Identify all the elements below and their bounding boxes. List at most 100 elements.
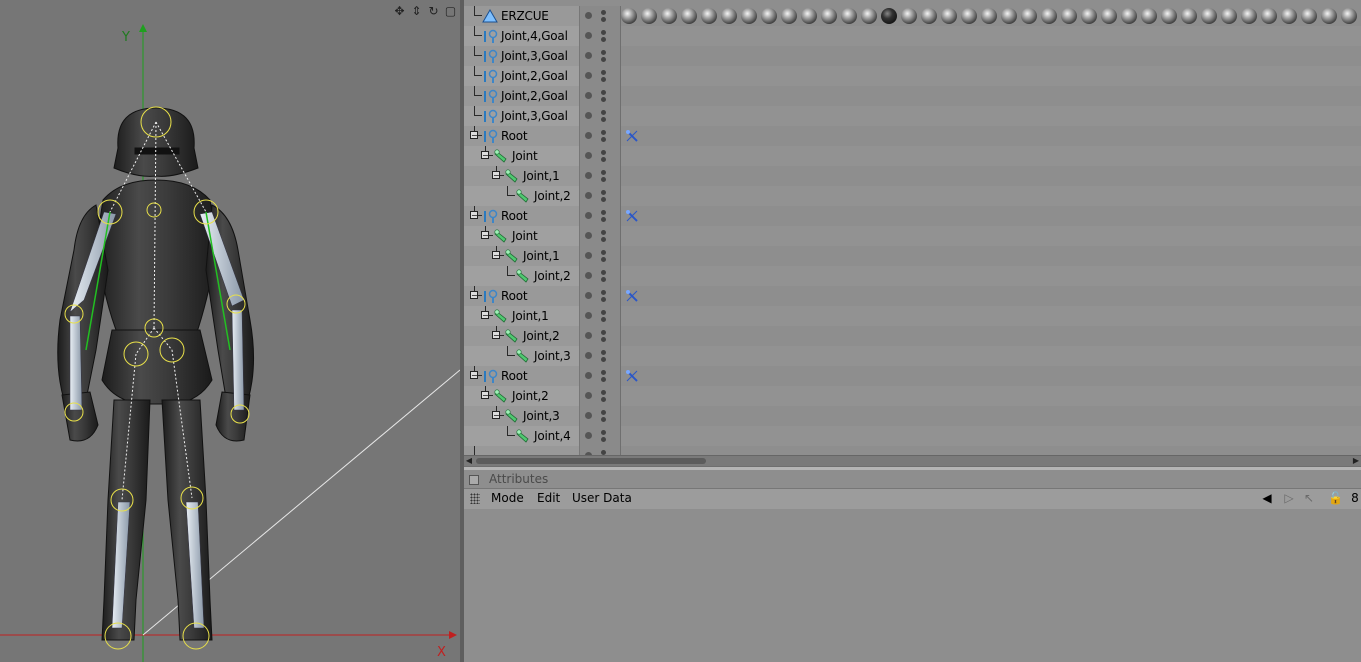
editor-visibility-dot[interactable] [601,430,606,435]
material-tag-icon[interactable] [621,8,637,24]
object-name-cell[interactable]: − Joint,3 [464,406,580,426]
ik-tag-icon[interactable] [624,208,640,224]
ik-goal-icon[interactable] [482,88,498,104]
3d-viewport[interactable]: Y X ✥ ⇕ ↻ ▢ [0,0,460,662]
scroll-right-icon[interactable]: ▶ [1351,456,1361,466]
material-tag-icon[interactable] [741,8,757,24]
render-visibility-dot[interactable] [601,297,606,302]
object-name-label[interactable]: Joint,3,Goal [501,109,568,123]
layer-dot[interactable] [585,152,592,159]
object-row[interactable]: Joint,3,Goal [464,46,1361,66]
layer-dot[interactable] [585,112,592,119]
object-name-cell[interactable]: Joint,3,Goal [464,46,580,66]
ik-goal-icon[interactable] [482,48,498,64]
render-visibility-dot[interactable] [601,377,606,382]
grip-icon[interactable] [470,493,480,504]
editor-visibility-dot[interactable] [601,130,606,135]
material-tag-icon[interactable] [841,8,857,24]
zoom-icon[interactable]: ⇕ [409,3,424,18]
object-name-cell[interactable]: Joint,2 [464,186,580,206]
object-name-label[interactable]: Joint,2 [523,329,560,343]
layer-dot[interactable] [585,372,592,379]
object-name-label[interactable]: Root [501,289,528,303]
material-tag-icon[interactable] [1221,8,1237,24]
object-name-label[interactable]: Joint,3 [523,409,560,423]
object-name-cell[interactable]: − Joint [464,226,580,246]
ik-goal-icon[interactable] [482,28,498,44]
render-visibility-dot[interactable] [601,417,606,422]
editor-visibility-dot[interactable] [601,310,606,315]
layer-dot[interactable] [585,12,592,19]
layer-dot[interactable] [585,352,592,359]
material-tag-icon[interactable] [1241,8,1257,24]
object-name-label[interactable]: Joint,3 [534,349,571,363]
object-row[interactable]: Joint,3,Goal [464,106,1361,126]
object-name-label[interactable]: Joint,2 [512,389,549,403]
expand-toggle-icon[interactable]: − [481,311,489,320]
editor-visibility-dot[interactable] [601,110,606,115]
material-tag-icon[interactable] [1041,8,1057,24]
material-tag-icon[interactable] [921,8,937,24]
material-tag-icon[interactable] [1341,8,1357,24]
render-visibility-dot[interactable] [601,437,606,442]
object-name-cell[interactable]: ERZCUE [464,6,580,26]
object-name-label[interactable]: Joint,2 [534,269,571,283]
material-tag-icon[interactable] [861,8,877,24]
render-visibility-dot[interactable] [601,277,606,282]
material-tag-icon[interactable] [641,8,657,24]
editor-visibility-dot[interactable] [601,370,606,375]
render-visibility-dot[interactable] [601,97,606,102]
object-manager[interactable]: ERZCUE Joint,4,Goal Joint,3,Goal Joint,2,Go… [464,0,1361,455]
object-name-cell[interactable]: Joint,4,Goal [464,26,580,46]
material-tag-icon[interactable] [821,8,837,24]
layer-dot[interactable] [585,232,592,239]
object-name-label[interactable]: Joint,4 [534,429,571,443]
object-name-cell[interactable]: − Joint,2 [464,326,580,346]
layer-dot[interactable] [585,292,592,299]
ik-tag-icon[interactable] [624,128,640,144]
scroll-left-icon[interactable]: ◀ [464,456,474,466]
lock-icon[interactable]: 🔓 [1328,491,1343,505]
ik-goal-icon[interactable] [482,208,498,224]
expand-toggle-icon[interactable]: − [492,171,500,180]
material-tag-icon[interactable] [701,8,717,24]
editor-visibility-dot[interactable] [601,290,606,295]
object-name-cell[interactable]: − Joint [464,146,580,166]
expand-toggle-icon[interactable]: − [470,371,478,380]
layer-dot[interactable] [585,172,592,179]
material-tag-icon[interactable] [1121,8,1137,24]
bone-icon[interactable] [493,228,509,244]
object-name-cell[interactable]: Joint,2,Goal [464,86,580,106]
object-row[interactable] [464,446,1361,455]
object-row[interactable]: − Joint,1 [464,306,1361,326]
editor-visibility-dot[interactable] [601,170,606,175]
layer-dot[interactable] [585,72,592,79]
object-name-cell[interactable]: − Root [464,206,580,226]
object-row[interactable]: − Root [464,366,1361,386]
ik-goal-icon[interactable] [482,368,498,384]
object-row[interactable]: − Joint,2 [464,326,1361,346]
ik-goal-icon[interactable] [482,288,498,304]
material-tag-icon[interactable] [781,8,797,24]
object-name-cell[interactable]: Joint,3 [464,346,580,366]
ik-goal-icon[interactable] [482,108,498,124]
ik-goal-icon[interactable] [482,128,498,144]
layer-dot[interactable] [585,412,592,419]
object-name-label[interactable]: ERZCUE [501,9,549,23]
bone-icon[interactable] [504,408,520,424]
object-name-label[interactable]: Joint,2 [534,189,571,203]
object-row[interactable]: − Root [464,206,1361,226]
maximize-icon[interactable]: ▢ [443,3,458,18]
object-name-label[interactable]: Joint,1 [523,249,560,263]
object-row[interactable]: Joint,4 [464,426,1361,446]
object-row[interactable]: Joint,2 [464,266,1361,286]
bone-icon[interactable] [504,248,520,264]
material-tag-icon[interactable] [1161,8,1177,24]
material-tag-icon[interactable] [1141,8,1157,24]
render-visibility-dot[interactable] [601,77,606,82]
editor-visibility-dot[interactable] [601,250,606,255]
editor-visibility-dot[interactable] [601,90,606,95]
expand-toggle-icon[interactable]: − [481,231,489,240]
material-tag-icon[interactable] [1021,8,1037,24]
bone-icon[interactable] [515,428,531,444]
